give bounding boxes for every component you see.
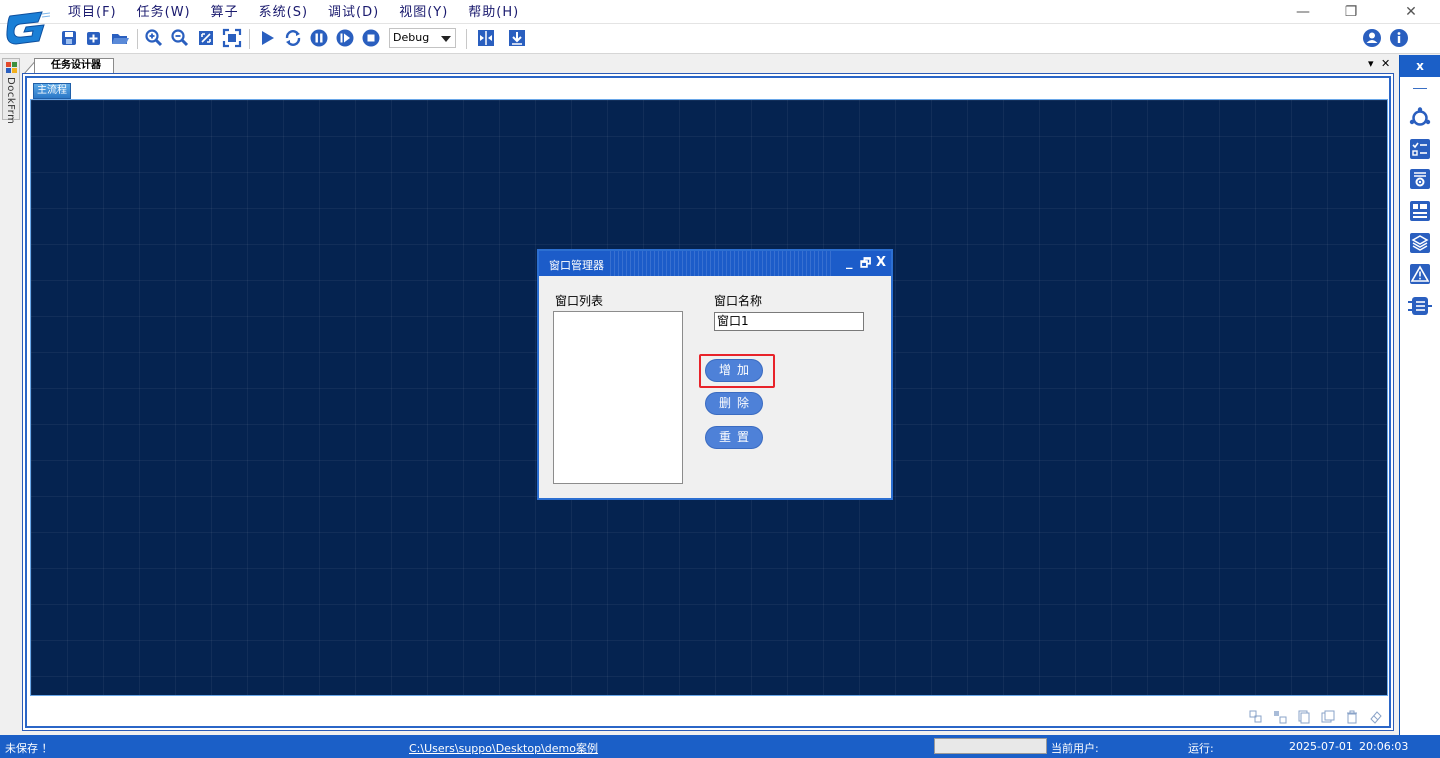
copy-icon[interactable] xyxy=(1297,710,1311,724)
current-user-label: 当前用户: xyxy=(1051,742,1099,755)
zoom-in-icon[interactable] xyxy=(143,27,165,49)
checklist-icon[interactable] xyxy=(1408,137,1432,161)
tab-close-button[interactable]: ✕ xyxy=(1381,57,1390,70)
toolbar-separator xyxy=(249,29,250,49)
dock-frame-icon xyxy=(6,62,17,73)
project-path-link[interactable]: C:\Users\suppo\Desktop\demo案例 xyxy=(409,740,598,756)
window-minimize-button[interactable]: — xyxy=(1280,0,1326,24)
dialog-close-button[interactable]: X xyxy=(876,255,886,271)
ungroup-icon[interactable] xyxy=(1273,710,1287,724)
info-icon[interactable] xyxy=(1388,27,1410,49)
app-logo-icon xyxy=(6,11,50,45)
window-list-label: 窗口列表 xyxy=(555,294,604,308)
download-icon[interactable] xyxy=(506,27,528,49)
settings-list-icon[interactable] xyxy=(1408,167,1432,191)
menu-bar: 项目(F) 任务(W) 算子 系统(S) 调试(D) 视图(Y) 帮助(H) xyxy=(58,2,529,24)
stop-icon[interactable] xyxy=(360,27,382,49)
delete-window-button[interactable]: 删除 xyxy=(705,392,763,415)
fit-icon[interactable] xyxy=(195,27,217,49)
step-icon[interactable] xyxy=(334,27,356,49)
run-status-label: 运行: xyxy=(1188,742,1214,755)
menu-debug[interactable]: 调试(D) xyxy=(318,2,389,24)
panel-layout-icon[interactable] xyxy=(1408,199,1432,223)
right-dock-divider xyxy=(1413,88,1427,89)
toolbar-separator xyxy=(466,29,467,49)
run-icon[interactable] xyxy=(256,27,278,49)
list-node-icon[interactable] xyxy=(1408,294,1432,318)
run-mode-value: Debug xyxy=(393,31,430,44)
eraser-icon[interactable] xyxy=(1369,710,1383,724)
right-dock-close-button[interactable]: x xyxy=(1400,55,1440,77)
chevron-down-icon xyxy=(441,36,451,42)
group-icon[interactable] xyxy=(1249,710,1263,724)
user-icon[interactable] xyxy=(1361,27,1383,49)
reset-window-button[interactable]: 重置 xyxy=(705,426,763,449)
trash-icon[interactable] xyxy=(1345,710,1359,724)
menu-help[interactable]: 帮助(H) xyxy=(458,2,529,24)
loop-icon[interactable] xyxy=(282,27,304,49)
menu-operator[interactable]: 算子 xyxy=(201,2,249,24)
menu-project[interactable]: 项目(F) xyxy=(58,2,127,24)
status-progress-box xyxy=(934,738,1047,754)
window-close-button[interactable]: ✕ xyxy=(1388,0,1434,24)
window-name-input[interactable]: 窗口1 xyxy=(714,312,864,331)
pause-icon[interactable] xyxy=(308,27,330,49)
window-manager-dialog: 窗口管理器 _ 🗗 X 窗口列表 窗口名称 窗口1 增加 删除 重置 xyxy=(537,249,893,500)
add-window-button[interactable]: 增加 xyxy=(705,359,763,382)
warning-icon[interactable] xyxy=(1408,262,1432,286)
menu-task[interactable]: 任务(W) xyxy=(127,2,201,24)
split-icon[interactable] xyxy=(475,27,497,49)
dialog-title-bar[interactable]: 窗口管理器 _ 🗗 X xyxy=(539,251,891,276)
window-listbox[interactable] xyxy=(553,311,683,484)
menu-system[interactable]: 系统(S) xyxy=(249,2,318,24)
orbit-icon[interactable] xyxy=(1408,106,1432,130)
zoom-out-icon[interactable] xyxy=(169,27,191,49)
status-time: 20:06:03 xyxy=(1359,740,1409,753)
dialog-restore-button[interactable]: 🗗 xyxy=(860,255,871,271)
open-folder-icon[interactable] xyxy=(109,27,131,49)
title-bar: 项目(F) 任务(W) 算子 系统(S) 调试(D) 视图(Y) 帮助(H) —… xyxy=(0,0,1440,24)
window-name-label: 窗口名称 xyxy=(714,294,763,308)
dialog-title: 窗口管理器 xyxy=(549,259,604,272)
canvas-tool-bar xyxy=(1249,710,1383,724)
document-tabstrip: 任务设计器 ▾ ✕ xyxy=(22,57,1394,74)
right-dock-panel: x xyxy=(1399,55,1440,735)
tab-list-dropdown[interactable]: ▾ xyxy=(1368,57,1374,70)
left-dock-label: DockFrm xyxy=(5,77,16,125)
run-mode-select[interactable]: Debug xyxy=(389,28,456,48)
dialog-minimize-button[interactable]: _ xyxy=(846,255,853,271)
new-icon[interactable] xyxy=(83,27,105,49)
tab-task-designer[interactable]: 任务设计器 xyxy=(34,58,114,74)
status-date: 2025-07-01 xyxy=(1289,740,1353,753)
layers-icon[interactable] xyxy=(1408,231,1432,255)
fullscreen-icon[interactable] xyxy=(221,27,243,49)
toolbar-separator xyxy=(137,29,138,49)
menu-view[interactable]: 视图(Y) xyxy=(389,2,458,24)
paste-icon[interactable] xyxy=(1321,710,1335,724)
main-toolbar: Debug xyxy=(0,24,1440,54)
window-restore-button[interactable]: ❐ xyxy=(1328,0,1374,24)
status-bar: 未保存 ！ C:\Users\suppo\Desktop\demo案例 当前用户… xyxy=(0,735,1440,758)
tab-main-flow[interactable]: 主流程 xyxy=(33,83,71,99)
save-state: 未保存 ！ xyxy=(5,742,53,755)
left-dock-tab[interactable]: DockFrm xyxy=(2,58,20,124)
save-icon[interactable] xyxy=(58,27,80,49)
